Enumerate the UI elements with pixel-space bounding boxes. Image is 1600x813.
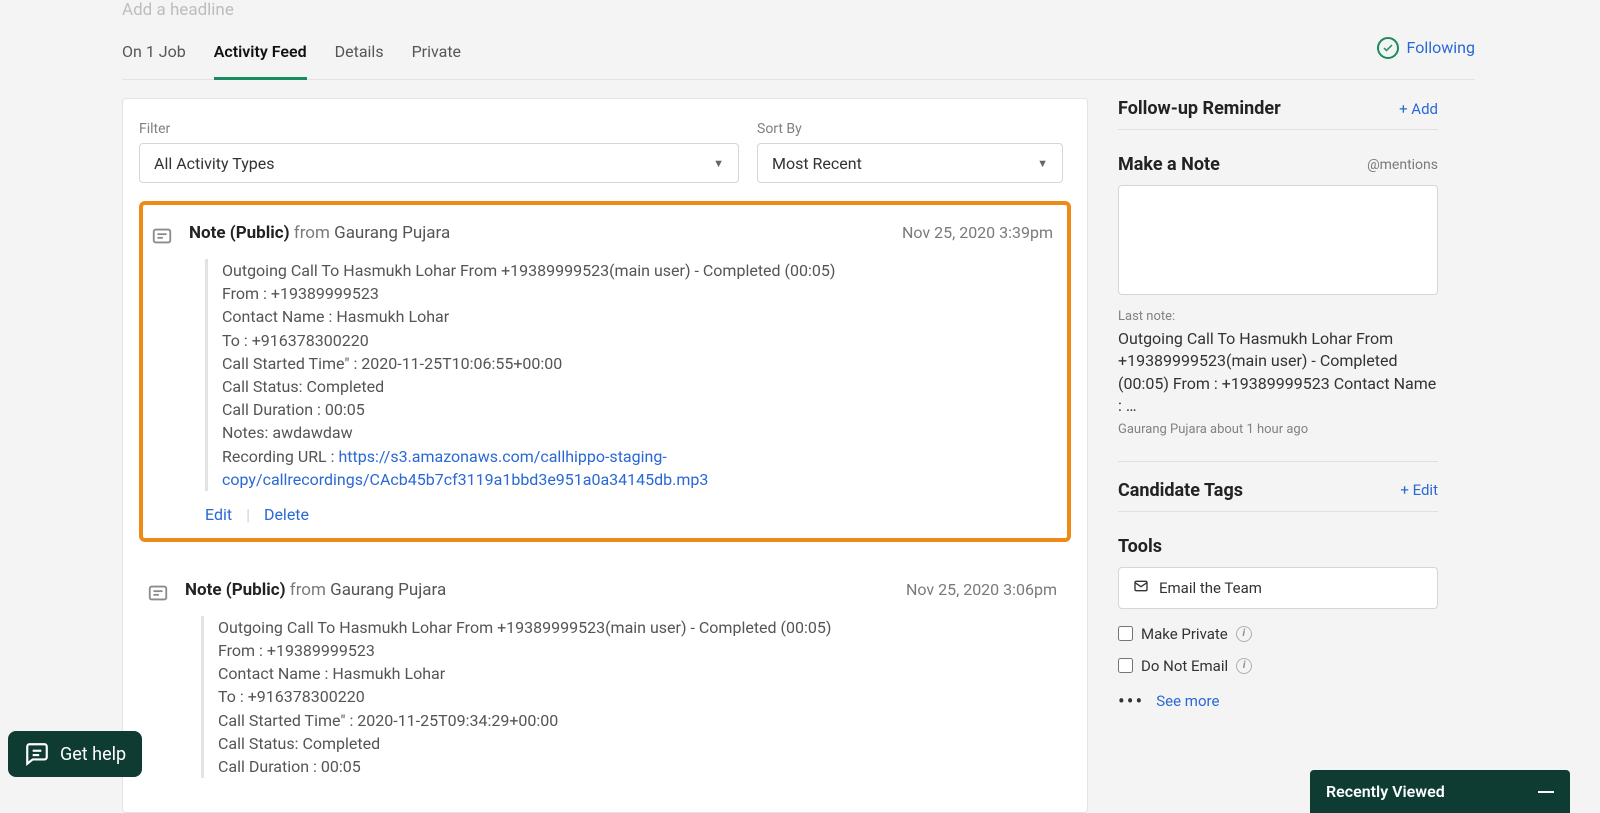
sidebar: Follow-up Reminder + Add Make a Note @me…: [1118, 98, 1438, 813]
candidate-tags-title: Candidate Tags: [1118, 480, 1243, 501]
recently-viewed-panel[interactable]: Recently Viewed: [1310, 770, 1570, 813]
note-line: Contact Name : Hasmukh Lohar: [218, 662, 1057, 685]
filter-value: All Activity Types: [154, 154, 275, 173]
note-title: Note (Public) from Gaurang Pujara: [189, 223, 450, 243]
note-body: Outgoing Call To Hasmukh Lohar From +193…: [205, 259, 1053, 491]
get-help-widget[interactable]: Get help: [8, 731, 142, 777]
sort-dropdown[interactable]: Most Recent ▼: [757, 143, 1063, 183]
recording-label: Recording URL :: [222, 447, 338, 466]
see-more-button[interactable]: ••• See more: [1118, 689, 1438, 713]
note-line: Contact Name : Hasmukh Lohar: [222, 305, 1053, 328]
following-toggle[interactable]: Following: [1377, 37, 1475, 75]
get-help-label: Get help: [60, 744, 126, 765]
note-line: From : +19389999523: [222, 282, 1053, 305]
from-word: from: [290, 580, 326, 600]
make-private-checkbox[interactable]: Make Private i: [1118, 625, 1438, 643]
note-title: Note (Public) from Gaurang Pujara: [185, 580, 446, 600]
tab-activity-feed[interactable]: Activity Feed: [214, 32, 307, 80]
tools-title: Tools: [1118, 536, 1162, 557]
do-not-email-label: Do Not Email: [1141, 657, 1228, 675]
filter-label: Filter: [139, 121, 739, 137]
note-line: To : +916378300220: [222, 329, 1053, 352]
delete-button[interactable]: Delete: [264, 505, 309, 524]
following-label: Following: [1407, 38, 1475, 57]
from-word: from: [294, 223, 330, 243]
note-visibility-label: Note (Public): [189, 223, 290, 243]
activity-feed-panel: Filter All Activity Types ▼ Sort By Most…: [122, 98, 1088, 813]
note-item-highlighted: Note (Public) from Gaurang Pujara Nov 25…: [139, 201, 1071, 542]
check-circle-icon: [1377, 37, 1399, 59]
note-icon: [151, 225, 173, 247]
note-icon: [147, 582, 169, 604]
note-line: Recording URL : https://s3.amazonaws.com…: [222, 445, 1053, 491]
note-line: Call Duration : 00:05: [222, 398, 1053, 421]
make-private-label: Make Private: [1141, 625, 1228, 643]
tab-on-job[interactable]: On 1 Job: [122, 32, 186, 79]
note-line: Call Started Time" : 2020-11-25T09:34:29…: [218, 709, 1057, 732]
dots-icon: •••: [1118, 689, 1144, 713]
last-note-text: Outgoing Call To Hasmukh Lohar From +193…: [1118, 328, 1438, 418]
mail-icon: [1133, 578, 1149, 598]
separator: |: [246, 505, 250, 524]
chevron-down-icon: ▼: [713, 157, 724, 170]
note-line: Call Status: Completed: [222, 375, 1053, 398]
note-actions: Edit | Delete: [205, 505, 1053, 524]
tabs: On 1 Job Activity Feed Details Private F…: [122, 32, 1475, 80]
sort-label: Sort By: [757, 121, 1063, 137]
note-line: Call Started Time" : 2020-11-25T10:06:55…: [222, 352, 1053, 375]
do-not-email-checkbox[interactable]: Do Not Email i: [1118, 657, 1438, 675]
add-followup-button[interactable]: + Add: [1399, 100, 1438, 118]
see-more-label: See more: [1156, 692, 1219, 710]
edit-button[interactable]: Edit: [205, 505, 232, 524]
note-timestamp: Nov 25, 2020 3:06pm: [906, 580, 1057, 600]
checkbox-input[interactable]: [1118, 658, 1133, 673]
checkbox-input[interactable]: [1118, 626, 1133, 641]
note-body: Outgoing Call To Hasmukh Lohar From +193…: [201, 616, 1057, 778]
note-author: Gaurang Pujara: [330, 580, 446, 600]
make-note-title: Make a Note: [1118, 154, 1220, 175]
edit-tags-button[interactable]: + Edit: [1400, 481, 1438, 499]
note-line: Outgoing Call To Hasmukh Lohar From +193…: [222, 259, 1053, 282]
email-team-button[interactable]: Email the Team: [1118, 567, 1438, 609]
email-team-label: Email the Team: [1159, 579, 1262, 597]
chevron-down-icon: ▼: [1037, 157, 1048, 170]
note-line: Call Duration : 00:05: [218, 755, 1057, 778]
chat-icon: [24, 741, 50, 767]
info-icon[interactable]: i: [1236, 626, 1252, 642]
note-line: Call Status: Completed: [218, 732, 1057, 755]
note-line: From : +19389999523: [218, 639, 1057, 662]
note-visibility-label: Note (Public): [185, 580, 286, 600]
note-line: Outgoing Call To Hasmukh Lohar From +193…: [218, 616, 1057, 639]
mentions-hint[interactable]: @mentions: [1367, 157, 1438, 173]
tab-private[interactable]: Private: [412, 32, 461, 79]
filter-dropdown[interactable]: All Activity Types ▼: [139, 143, 739, 183]
info-icon[interactable]: i: [1236, 658, 1252, 674]
note-author: Gaurang Pujara: [334, 223, 450, 243]
tab-details[interactable]: Details: [335, 32, 384, 79]
note-line: Notes: awdawdaw: [222, 421, 1053, 444]
note-timestamp: Nov 25, 2020 3:39pm: [902, 223, 1053, 243]
note-textarea[interactable]: [1118, 185, 1438, 295]
headline-placeholder[interactable]: Add a headline: [122, 0, 1600, 32]
minimize-icon: [1538, 791, 1554, 793]
last-note-label: Last note:: [1118, 309, 1438, 324]
recently-viewed-label: Recently Viewed: [1326, 782, 1445, 801]
last-note-meta: Gaurang Pujara about 1 hour ago: [1118, 422, 1438, 437]
note-line: To : +916378300220: [218, 685, 1057, 708]
followup-title: Follow-up Reminder: [1118, 98, 1281, 119]
note-item: Note (Public) from Gaurang Pujara Nov 25…: [139, 562, 1071, 792]
sort-value: Most Recent: [772, 154, 862, 173]
